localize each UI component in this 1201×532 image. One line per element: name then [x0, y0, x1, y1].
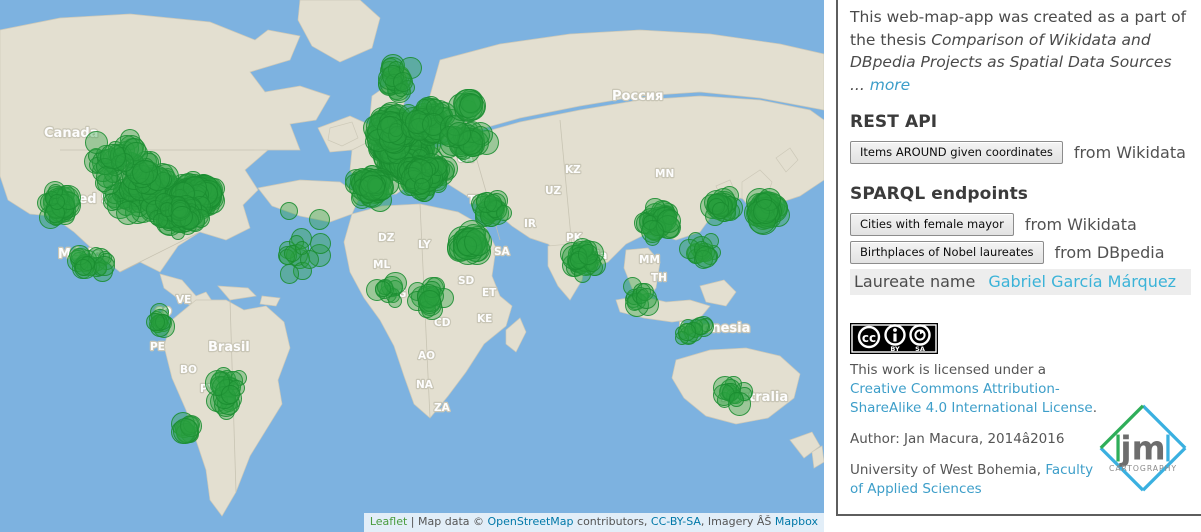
web-map-app: Canada United States México Brasil Россия Ind… — [0, 0, 1201, 532]
map-marker[interactable] — [74, 258, 92, 276]
more-link[interactable]: more — [870, 76, 911, 94]
license-link[interactable]: Creative Commons Attribution-ShareAlike … — [850, 381, 1093, 416]
logo-mark: jm — [1118, 430, 1165, 468]
map-marker[interactable] — [116, 201, 140, 226]
intro-ellipsis: ... — [850, 75, 870, 94]
license-text: This work is licensed under a Creative C… — [850, 361, 1098, 418]
author-text: Author: Jan Macura, 2014â2016 — [850, 431, 1065, 447]
svg-text:cc: cc — [862, 331, 876, 345]
map-marker[interactable] — [447, 122, 471, 146]
cities-female-mayor-button[interactable]: Cities with female mayor — [850, 213, 1014, 236]
items-around-coordinates-button[interactable]: Items AROUND given coordinates — [850, 141, 1063, 164]
map-marker[interactable] — [729, 392, 744, 407]
cc-badge-graphic: cc BY SA — [850, 323, 938, 354]
map-marker[interactable] — [578, 244, 599, 265]
map-marker[interactable] — [377, 116, 404, 143]
map-marker[interactable] — [132, 159, 158, 186]
map-marker[interactable] — [358, 174, 385, 201]
mapbox-link[interactable]: Mapbox — [775, 515, 818, 528]
rest-api-row: Items AROUND given coordinates from Wiki… — [850, 141, 1191, 164]
map-marker[interactable] — [640, 219, 664, 244]
map-canvas[interactable]: Canada United States México Brasil Россия Ind… — [0, 0, 824, 532]
svg-text:BY: BY — [890, 345, 900, 353]
map-marker[interactable] — [146, 312, 165, 332]
sparql-source-dbpedia: from DBpedia — [1054, 243, 1165, 262]
birthplaces-nobel-laureates-button[interactable]: Birthplaces of Nobel laureates — [850, 241, 1044, 264]
laureate-name-value[interactable]: Gabriel García Márquez — [988, 272, 1176, 291]
map-marker[interactable] — [279, 264, 300, 284]
map-marker[interactable] — [458, 93, 486, 121]
info-panel: This web-map-app was created as a part o… — [836, 0, 1201, 516]
logo-caption: CARTOGRAPHY — [1109, 464, 1177, 473]
cc-by-sa-badge[interactable]: cc BY SA — [850, 323, 938, 354]
map-marker[interactable] — [308, 208, 330, 230]
sparql-source-wikidata: from Wikidata — [1024, 215, 1137, 234]
data-point-markers — [0, 0, 824, 532]
map-marker[interactable] — [678, 323, 696, 341]
license-prefix: This work is licensed under a — [850, 362, 1047, 378]
map-marker[interactable] — [375, 281, 391, 297]
openstreetmap-link[interactable]: OpenStreetMap — [488, 515, 574, 528]
map-marker[interactable] — [712, 202, 729, 219]
attribution-sep-3: , Imagery ÂŠ — [700, 515, 775, 528]
map-marker[interactable] — [496, 205, 513, 222]
intro-paragraph: This web-map-app was created as a part o… — [850, 6, 1191, 96]
map-attribution: Leaflet | Map data © OpenStreetMap contr… — [363, 513, 824, 532]
affiliation-text: University of West Bohemia, Faculty of A… — [850, 461, 1098, 499]
map-marker[interactable] — [418, 290, 442, 314]
map-marker[interactable] — [48, 193, 65, 211]
attribution-sep-2: contributors, — [573, 515, 651, 528]
map-marker[interactable] — [695, 246, 717, 268]
leaflet-link[interactable]: Leaflet — [370, 515, 407, 528]
rest-api-source-label: from Wikidata — [1073, 143, 1186, 162]
affiliation-prefix: University of West Bohemia, — [850, 462, 1046, 478]
laureate-name-label: Laureate name — [854, 272, 976, 291]
map-marker[interactable] — [463, 227, 492, 256]
map-marker[interactable] — [172, 418, 199, 444]
query-result-row: Laureate name Gabriel García Márquez — [850, 269, 1191, 295]
map-marker[interactable] — [94, 255, 115, 276]
sparql-row-cities: Cities with female mayor from Wikidata — [850, 213, 1191, 236]
jm-cartography-logo: jm CARTOGRAPHY — [1099, 404, 1187, 492]
rest-api-heading: REST API — [850, 112, 938, 132]
svg-text:SA: SA — [915, 345, 925, 353]
sparql-row-birthplaces: Birthplaces of Nobel laureates from DBpe… — [850, 241, 1191, 264]
map-marker[interactable] — [388, 294, 403, 309]
map-marker[interactable] — [635, 287, 657, 309]
sparql-endpoints-heading: SPARQL endpoints — [850, 184, 1029, 204]
attribution-sep-1: | Map data © — [407, 515, 488, 528]
map-marker[interactable] — [279, 201, 298, 220]
cc-by-sa-link[interactable]: CC-BY-SA — [651, 515, 701, 528]
